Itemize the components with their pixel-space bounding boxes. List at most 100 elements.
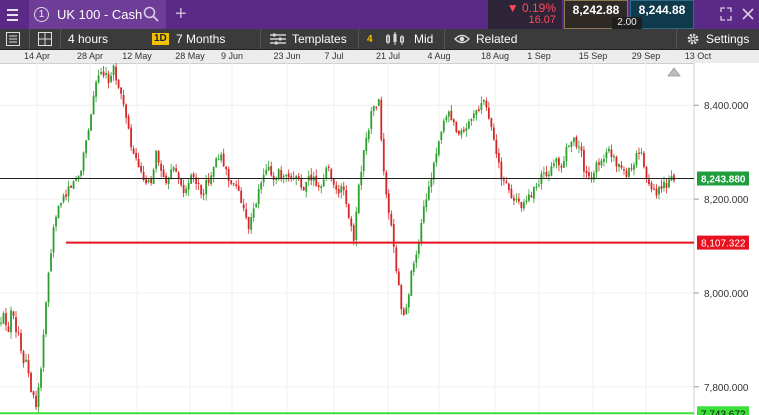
candle-body: [327, 166, 330, 168]
candle-body: [532, 186, 535, 199]
candle-body: [452, 119, 455, 123]
candle-body: [5, 313, 7, 326]
candle-body: [340, 186, 343, 193]
candle-body: [420, 222, 423, 244]
indicators-count[interactable]: 4: [367, 29, 373, 49]
candle-body: [665, 183, 668, 188]
candle-body: [252, 208, 255, 218]
candle-body: [45, 302, 47, 334]
candle-body: [230, 180, 233, 184]
price-tick-label: 8,200.000: [704, 195, 749, 206]
templates-button[interactable]: Templates: [270, 29, 347, 49]
scroll-up-icon[interactable]: [667, 67, 681, 77]
candle-body: [440, 131, 443, 141]
candle-body: [490, 118, 493, 128]
candle-body: [352, 225, 355, 241]
candle-body: [140, 165, 143, 172]
close-icon[interactable]: [742, 8, 754, 20]
candle-body: [555, 158, 558, 163]
related-button[interactable]: Related: [454, 29, 517, 49]
candle-body: [235, 184, 238, 186]
candle-body: [105, 73, 107, 75]
top-bar: 1 UK 100 - Cash + ▼ 0.19% 16.07 8,242.88…: [0, 0, 759, 29]
candle-body: [332, 178, 335, 185]
candle-body: [375, 106, 378, 108]
candle-body: [345, 190, 348, 204]
candle-body: [10, 310, 12, 333]
candle-body: [87, 130, 90, 141]
candle-body: [160, 163, 163, 171]
candle-body: [287, 173, 290, 178]
interval-badge[interactable]: 1D: [152, 29, 169, 49]
search-icon[interactable]: [142, 5, 160, 23]
candle-body: [575, 136, 578, 147]
list-view-icon[interactable]: [6, 32, 20, 46]
candle-body: [550, 166, 553, 176]
candle-body: [430, 178, 433, 187]
candle-body: [367, 130, 370, 140]
candle-body: [257, 189, 260, 205]
candle-body: [415, 254, 418, 263]
candle-body: [648, 179, 650, 185]
candle-body: [185, 188, 188, 193]
candle-body: [27, 359, 30, 374]
candle-body: [645, 166, 648, 180]
candle-body: [322, 179, 325, 187]
candle-body: [215, 158, 218, 168]
templates-icon: [270, 33, 286, 45]
candle-body: [402, 309, 405, 315]
interval-selector[interactable]: 4 hours: [68, 29, 108, 49]
candle-body: [70, 185, 72, 188]
candle-body: [110, 75, 112, 82]
candle-body: [265, 169, 268, 175]
settings-label: Settings: [706, 32, 750, 46]
candle-body: [50, 253, 52, 272]
candle-body: [247, 216, 250, 229]
candle-body: [227, 168, 230, 181]
candle-body: [472, 113, 475, 119]
candle-body: [625, 170, 628, 177]
candle-body: [450, 110, 453, 121]
candle-body: [412, 263, 415, 272]
candle-body: [225, 166, 228, 170]
candle-body: [653, 188, 655, 190]
candle-body: [643, 152, 645, 168]
date-label: 28 Apr: [76, 51, 104, 61]
candle-body: [17, 332, 20, 334]
candle-body: [57, 205, 60, 219]
candle-body: [182, 184, 185, 193]
price-chart[interactable]: 8,400.000 8,200.000 8,000.000 7,800.000 8,2…: [0, 63, 759, 415]
date-label: 28 May: [175, 51, 205, 61]
instrument-tab[interactable]: 1 UK 100 - Cash: [29, 0, 166, 29]
candle-body: [545, 172, 548, 177]
price-type-selector[interactable]: Mid: [384, 29, 433, 49]
spread-value: 2.00: [612, 17, 642, 29]
candle-body: [502, 179, 505, 181]
candle-body: [37, 387, 40, 407]
sell-price: 8,242.88: [572, 3, 620, 17]
candle-body: [437, 141, 440, 155]
period-selector[interactable]: 7 Months: [176, 29, 225, 49]
candle-body: [543, 172, 545, 174]
settings-button[interactable]: Settings: [686, 29, 749, 49]
buy-price: 8,244.88: [638, 3, 686, 17]
candle-body: [335, 185, 338, 190]
candle-body: [427, 186, 430, 200]
candle-body: [507, 183, 510, 190]
hamburger-menu-icon[interactable]: [0, 0, 24, 29]
candle-body: [482, 100, 485, 102]
candle-body: [255, 204, 258, 208]
expand-icon[interactable]: [720, 7, 732, 21]
candle-body: [170, 169, 173, 179]
candle-body: [22, 351, 25, 364]
candle-body: [0, 322, 2, 324]
candle-body: [578, 146, 580, 148]
candle-body: [342, 186, 345, 190]
candle-body: [537, 184, 540, 186]
candle-body: [613, 155, 615, 158]
layout-grid-icon[interactable]: [38, 32, 52, 46]
candle-body: [380, 99, 383, 140]
window-controls: [720, 7, 754, 21]
add-tab-button[interactable]: +: [175, 3, 187, 25]
candle-body: [377, 99, 380, 106]
